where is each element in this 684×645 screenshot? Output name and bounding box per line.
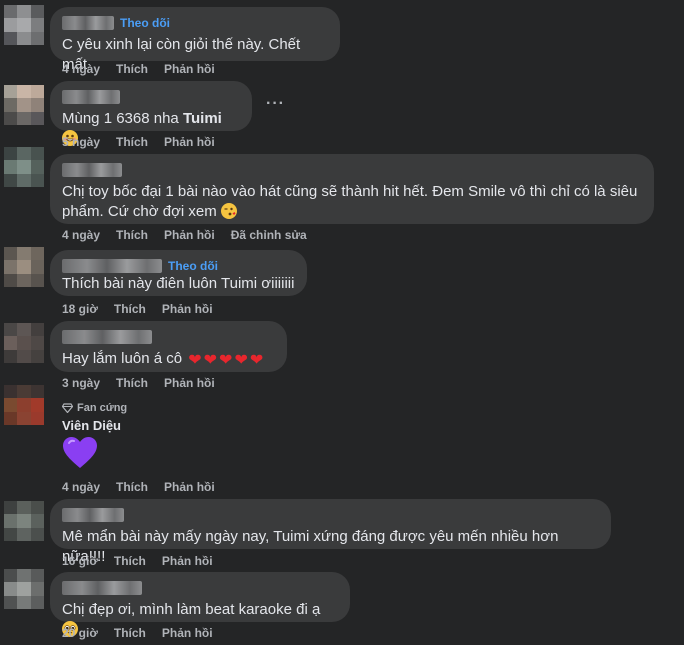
reply-button[interactable]: Phản hồi bbox=[162, 554, 213, 568]
comment-actions: 3 ngày Thích Phản hồi bbox=[62, 376, 215, 390]
like-button[interactable]: Thích bbox=[114, 554, 146, 568]
comment-bubble: Theo dõi Thích bài này điên luôn Tuimi ơ… bbox=[50, 250, 307, 296]
kissing-face-icon bbox=[220, 203, 237, 219]
comment-bubble: Theo dõi C yêu xinh lại còn giỏi thế này… bbox=[50, 7, 340, 73]
timestamp[interactable]: 4 ngày bbox=[62, 480, 100, 494]
like-button[interactable]: Thích bbox=[116, 135, 148, 149]
timestamp[interactable]: 20 giờ bbox=[62, 626, 98, 640]
reply-button[interactable]: Phản hồi bbox=[164, 376, 215, 390]
timestamp[interactable]: 16 giờ bbox=[62, 554, 98, 568]
avatar[interactable] bbox=[4, 85, 44, 125]
like-button[interactable]: Thích bbox=[116, 376, 148, 390]
diamond-icon bbox=[62, 403, 73, 413]
like-button[interactable]: Thích bbox=[116, 480, 148, 494]
timestamp[interactable]: 18 giờ bbox=[62, 302, 98, 316]
author-name[interactable]: Viên Diệu bbox=[62, 418, 121, 433]
author-name-blurred[interactable] bbox=[62, 508, 124, 522]
purple-heart-icon bbox=[62, 436, 98, 475]
comment-actions: 4 ngày Thích Phản hồi bbox=[62, 62, 215, 76]
like-button[interactable]: Thích bbox=[116, 62, 148, 76]
avatar[interactable] bbox=[4, 323, 44, 363]
timestamp[interactable]: 4 ngày bbox=[62, 62, 100, 76]
edited-label: Đã chỉnh sửa bbox=[230, 228, 307, 242]
avatar[interactable] bbox=[4, 5, 44, 45]
like-button[interactable]: Thích bbox=[114, 302, 146, 316]
reply-button[interactable]: Phản hồi bbox=[162, 302, 213, 316]
comment-actions: 20 giờ Thích Phản hồi bbox=[62, 626, 213, 640]
reply-button[interactable]: Phản hồi bbox=[162, 626, 213, 640]
fan-badge: Fan cứng bbox=[62, 402, 127, 414]
reply-button[interactable]: Phản hồi bbox=[164, 135, 215, 149]
timestamp[interactable]: 5 ngày bbox=[62, 135, 100, 149]
timestamp[interactable]: 3 ngày bbox=[62, 376, 100, 390]
follow-link[interactable]: Theo dõi bbox=[168, 259, 218, 273]
heart-emojis: ❤❤❤❤❤ bbox=[188, 352, 266, 369]
comment-bubble: Chị toy bốc đại 1 bài nào vào hát cũng s… bbox=[50, 154, 654, 224]
author-name-blurred[interactable] bbox=[62, 581, 142, 595]
comment-bubble: Mê mẩn bài này mấy ngày nay, Tuimi xứng … bbox=[50, 499, 611, 565]
author-name-blurred[interactable] bbox=[62, 330, 152, 344]
author-name-blurred[interactable] bbox=[62, 16, 114, 30]
follow-link[interactable]: Theo dõi bbox=[120, 16, 170, 30]
comment-bubble: Mùng 1 6368 nha Tuimi bbox=[50, 81, 252, 146]
avatar[interactable] bbox=[4, 501, 44, 541]
like-button[interactable]: Thích bbox=[116, 228, 148, 242]
reply-button[interactable]: Phản hồi bbox=[164, 480, 215, 494]
author-name-blurred[interactable] bbox=[62, 259, 162, 273]
reply-button[interactable]: Phản hồi bbox=[164, 62, 215, 76]
more-options-icon[interactable]: ··· bbox=[266, 95, 285, 113]
like-button[interactable]: Thích bbox=[114, 626, 146, 640]
comment-actions: 18 giờ Thích Phản hồi bbox=[62, 302, 213, 316]
author-name-blurred[interactable] bbox=[62, 90, 120, 104]
comment-text: Thích bài này điên luôn Tuimi ơiiiiiii bbox=[62, 275, 295, 292]
timestamp[interactable]: 4 ngày bbox=[62, 228, 100, 242]
avatar[interactable] bbox=[4, 569, 44, 609]
avatar[interactable] bbox=[4, 247, 44, 287]
comment-bubble: Chị đẹp ơi, mình làm beat karaoke đi ạ bbox=[50, 572, 350, 637]
comment-bubble: Hay lắm luôn á cô ❤❤❤❤❤ bbox=[50, 321, 287, 372]
avatar[interactable] bbox=[4, 385, 44, 425]
comment-actions: 4 ngày Thích Phản hồi bbox=[62, 480, 215, 494]
comment-actions: 5 ngày Thích Phản hồi bbox=[62, 135, 215, 149]
avatar[interactable] bbox=[4, 147, 44, 187]
author-name-blurred[interactable] bbox=[62, 163, 122, 177]
comment-actions: 4 ngày Thích Phản hồi Đã chỉnh sửa bbox=[62, 228, 307, 242]
comment-text: Chị toy bốc đại 1 bài nào vào hát cũng s… bbox=[62, 183, 638, 220]
comment-text: Hay lắm luôn á cô ❤❤❤❤❤ bbox=[62, 350, 266, 369]
comment-actions: 16 giờ Thích Phản hồi bbox=[62, 554, 213, 568]
reply-button[interactable]: Phản hồi bbox=[164, 228, 215, 242]
